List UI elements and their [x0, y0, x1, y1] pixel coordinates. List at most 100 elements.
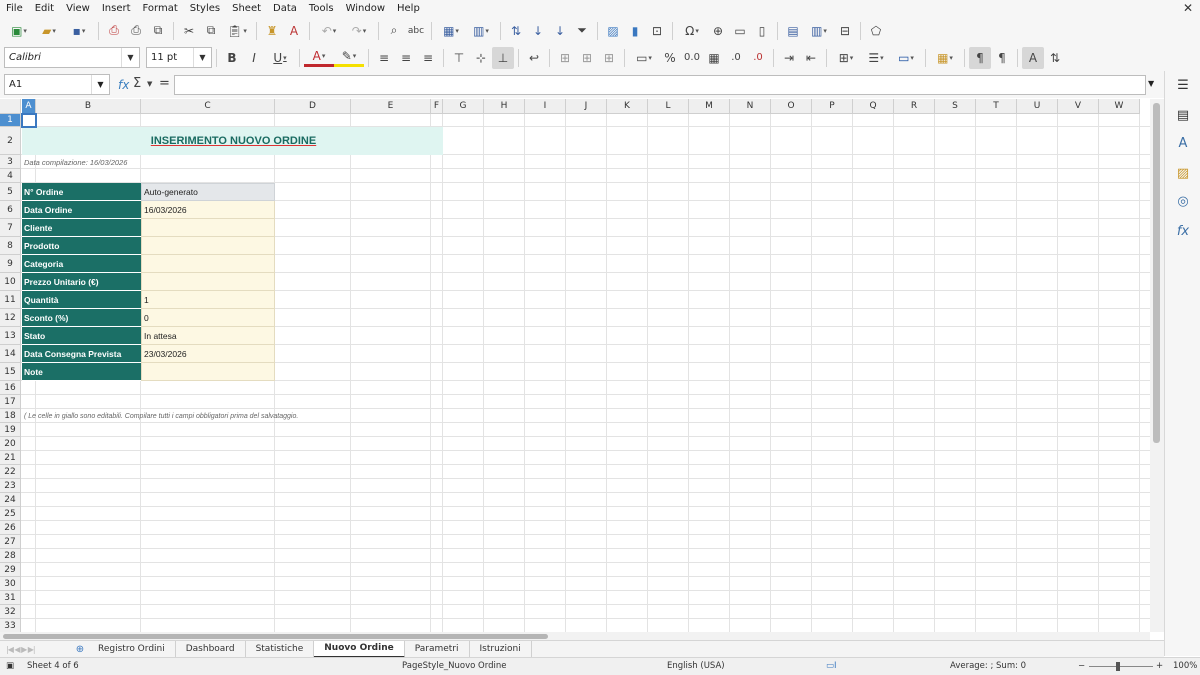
tab-parametri[interactable]: Parametri	[405, 640, 470, 658]
undo-icon[interactable]: ↶	[314, 20, 344, 42]
row-header[interactable]: 12	[0, 309, 21, 327]
row-header[interactable]: 23	[0, 479, 21, 493]
zoom-in-icon[interactable]: +	[1156, 661, 1163, 671]
row-header[interactable]: 18	[0, 409, 21, 423]
formula-icon[interactable]: =	[159, 76, 170, 91]
row-header[interactable]: 11	[0, 291, 21, 309]
number-format-icon[interactable]: 0.0	[681, 47, 703, 69]
column-header[interactable]: U	[1017, 99, 1058, 114]
column-header[interactable]: D	[275, 99, 351, 114]
field-value[interactable]: 16/03/2026	[141, 201, 275, 219]
column-header[interactable]: I	[525, 99, 566, 114]
field-value[interactable]: 23/03/2026	[141, 345, 275, 363]
sort-icon[interactable]: ⇅	[505, 20, 527, 42]
italic-icon[interactable]: I	[243, 47, 265, 69]
font-color-icon[interactable]: A	[304, 49, 334, 67]
menu-format[interactable]: Format	[137, 0, 184, 17]
insert-image-icon[interactable]: ▨	[602, 20, 624, 42]
row-header[interactable]: 33	[0, 619, 21, 632]
select-all-corner[interactable]	[0, 99, 21, 114]
align-left-icon[interactable]: ≡	[373, 47, 395, 69]
column-header[interactable]: C	[141, 99, 275, 114]
column-header[interactable]: S	[935, 99, 976, 114]
hyperlink-icon[interactable]: ⊕	[707, 20, 729, 42]
border-color-icon[interactable]: ▭	[891, 47, 921, 69]
styles-icon[interactable]: A	[1173, 133, 1193, 153]
autofilter-icon[interactable]: ⏷	[571, 20, 593, 42]
column-header[interactable]: H	[484, 99, 525, 114]
menu-help[interactable]: Help	[391, 0, 426, 17]
align-middle-icon[interactable]: ⊹	[470, 47, 492, 69]
row-header[interactable]: 5	[0, 183, 21, 201]
menu-tools[interactable]: Tools	[303, 0, 340, 17]
column-header[interactable]: T	[976, 99, 1017, 114]
navigator-icon[interactable]: ◎	[1173, 191, 1193, 211]
tab-dashboard[interactable]: Dashboard	[176, 640, 246, 658]
header-footer-icon[interactable]: ▯	[751, 20, 773, 42]
vertical-text-icon[interactable]: A	[1022, 46, 1044, 69]
font-name-box[interactable]: Calibri ▼	[4, 47, 140, 68]
field-value[interactable]	[141, 363, 275, 381]
row-header[interactable]: 20	[0, 437, 21, 451]
zoom-out-icon[interactable]: −	[1078, 661, 1085, 671]
special-character-icon[interactable]: Ω	[677, 20, 707, 42]
formula-input[interactable]	[174, 75, 1146, 95]
row-icon[interactable]: ▦	[436, 20, 466, 42]
field-value[interactable]	[141, 273, 275, 291]
currency-format-icon[interactable]: ▭	[629, 47, 659, 69]
borders-icon[interactable]: ⊞	[831, 47, 861, 69]
row-header[interactable]: 22	[0, 465, 21, 479]
zoom-slider[interactable]	[1089, 666, 1153, 667]
clone-formatting-icon[interactable]: ♜	[261, 20, 283, 42]
increase-indent-icon[interactable]: ⇥	[778, 47, 800, 69]
column-header[interactable]: E	[351, 99, 431, 114]
chevron-down-icon[interactable]: ▼	[147, 80, 152, 88]
chevron-down-icon[interactable]: ▼	[121, 48, 139, 67]
bold-icon[interactable]: B	[221, 47, 243, 69]
row-header[interactable]: 28	[0, 549, 21, 563]
column-header[interactable]: O	[771, 99, 812, 114]
field-value[interactable]	[141, 255, 275, 273]
highlight-color-icon[interactable]: ✎	[334, 49, 364, 67]
zoom-level[interactable]: 100%	[1173, 661, 1197, 671]
menu-insert[interactable]: Insert	[96, 0, 137, 17]
merge-cells-icon[interactable]: ⊞	[576, 47, 598, 69]
redo-icon[interactable]: ↷	[344, 20, 374, 42]
row-header[interactable]: 3	[0, 155, 21, 169]
freeze-rows-columns-icon[interactable]: ▥	[804, 20, 834, 42]
align-bottom-icon[interactable]: ⊥	[492, 46, 514, 69]
copy-icon[interactable]: ⧉	[200, 20, 222, 42]
menu-window[interactable]: Window	[340, 0, 391, 17]
row-header[interactable]: 10	[0, 273, 21, 291]
chevron-down-icon[interactable]: ▼	[193, 48, 211, 67]
column-header[interactable]: M	[689, 99, 730, 114]
horizontal-scrollbar[interactable]	[0, 632, 1150, 640]
right-to-left-icon[interactable]: ¶	[991, 47, 1013, 69]
open-folder-icon[interactable]: ▰	[34, 20, 64, 42]
text-direction-icon[interactable]: ⇅	[1044, 47, 1066, 69]
row-header[interactable]: 13	[0, 327, 21, 345]
merge-center-icon[interactable]: ⊞	[554, 47, 576, 69]
font-size-box[interactable]: 11 pt ▼	[146, 47, 212, 68]
comment-icon[interactable]: ▭	[729, 20, 751, 42]
row-header[interactable]: 2	[0, 127, 21, 155]
row-header[interactable]: 25	[0, 507, 21, 521]
menu-styles[interactable]: Styles	[184, 0, 226, 17]
sidebar-menu-icon[interactable]: ☰	[1173, 75, 1193, 95]
print-preview-icon[interactable]: ⧉	[147, 20, 169, 42]
unmerge-cells-icon[interactable]: ⊞	[598, 47, 620, 69]
save-icon[interactable]: ▪	[64, 20, 94, 42]
row-header[interactable]: 9	[0, 255, 21, 273]
row-header[interactable]: 21	[0, 451, 21, 465]
print-icon[interactable]: ⎙	[125, 20, 147, 42]
row-header[interactable]: 29	[0, 563, 21, 577]
row-header[interactable]: 8	[0, 237, 21, 255]
tab-registro-ordini[interactable]: Registro Ordini	[88, 640, 176, 658]
functions-icon[interactable]: fx	[1173, 221, 1193, 241]
column-header[interactable]: K	[607, 99, 648, 114]
column-header[interactable]: N	[730, 99, 771, 114]
new-document-icon[interactable]: ▣	[4, 20, 34, 42]
column-header[interactable]: F	[431, 99, 443, 114]
decrease-indent-icon[interactable]: ⇤	[800, 47, 822, 69]
row-header[interactable]: 4	[0, 169, 21, 183]
